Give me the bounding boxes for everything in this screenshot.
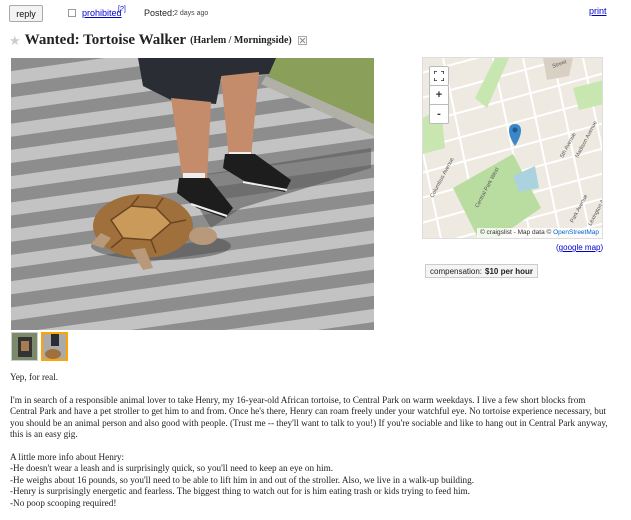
thumbnail-1-image [12, 333, 37, 360]
reply-button[interactable]: reply [9, 5, 43, 22]
fullscreen-glyph [434, 71, 444, 81]
hide-icon[interactable] [297, 35, 307, 45]
star-icon[interactable]: ★ [9, 34, 21, 47]
body-list-intro: A little more info about Henry: [10, 451, 125, 462]
body-list-item: -No poop scooping required! [10, 497, 117, 508]
body-paragraph-2: I'm in search of a responsible animal lo… [10, 394, 608, 440]
posting-neighborhood: (Harlem / Morningside) [190, 34, 292, 46]
print-link[interactable]: print [589, 6, 607, 16]
prohibited-checkbox[interactable] [68, 9, 76, 17]
google-map-label: google map [558, 243, 601, 252]
compensation-value: $10 per hour [485, 266, 534, 276]
fullscreen-icon[interactable] [429, 66, 449, 86]
thumbnail-1[interactable] [11, 332, 38, 361]
map-attribution: © craigslist - Map data © OpenStreetMap [476, 228, 602, 238]
map-attribution-text: © craigslist - Map data © [479, 229, 552, 236]
posted-time: 2 days ago [174, 10, 209, 17]
posting-title: Wanted: Tortoise Walker [24, 31, 187, 48]
zoom-out-button[interactable]: - [429, 104, 449, 124]
prohibited-help-link[interactable]: [?] [118, 6, 126, 13]
body-list-item: -He weighs about 16 pounds, so you'll ne… [10, 474, 475, 485]
google-map-link[interactable]: (google map) [556, 243, 603, 252]
body-list-item: -Henry is surprisingly energetic and fea… [10, 486, 470, 496]
openstreetmap-link[interactable]: OpenStreetMap [553, 229, 599, 236]
photo-tortoise-walk-image [11, 58, 374, 330]
zoom-in-button[interactable]: + [429, 85, 449, 105]
posting-body: Yep, for real. I'm in search of a respon… [10, 372, 610, 509]
location-map[interactable]: Columbus Avenue Central Park West 5th Av… [422, 57, 603, 239]
body-list-item: -He doesn't wear a leash and is surprisi… [10, 463, 334, 473]
prohibited-link[interactable]: prohibited [82, 8, 122, 18]
google-map-close: ) [600, 243, 604, 252]
posting-title-row: ★ Wanted: Tortoise Walker (Harlem / Morn… [9, 31, 307, 49]
main-photo[interactable] [11, 58, 374, 330]
thumbnail-2[interactable] [41, 332, 68, 361]
compensation-label: compensation: [430, 266, 483, 276]
map-tiles: Columbus Avenue Central Park West 5th Av… [423, 58, 602, 238]
body-paragraph-1: Yep, for real. [10, 372, 59, 382]
thumbnail-2-image [43, 334, 66, 359]
posted-label: Posted: [144, 8, 175, 18]
compensation-attribute: compensation: $10 per hour [425, 264, 539, 278]
